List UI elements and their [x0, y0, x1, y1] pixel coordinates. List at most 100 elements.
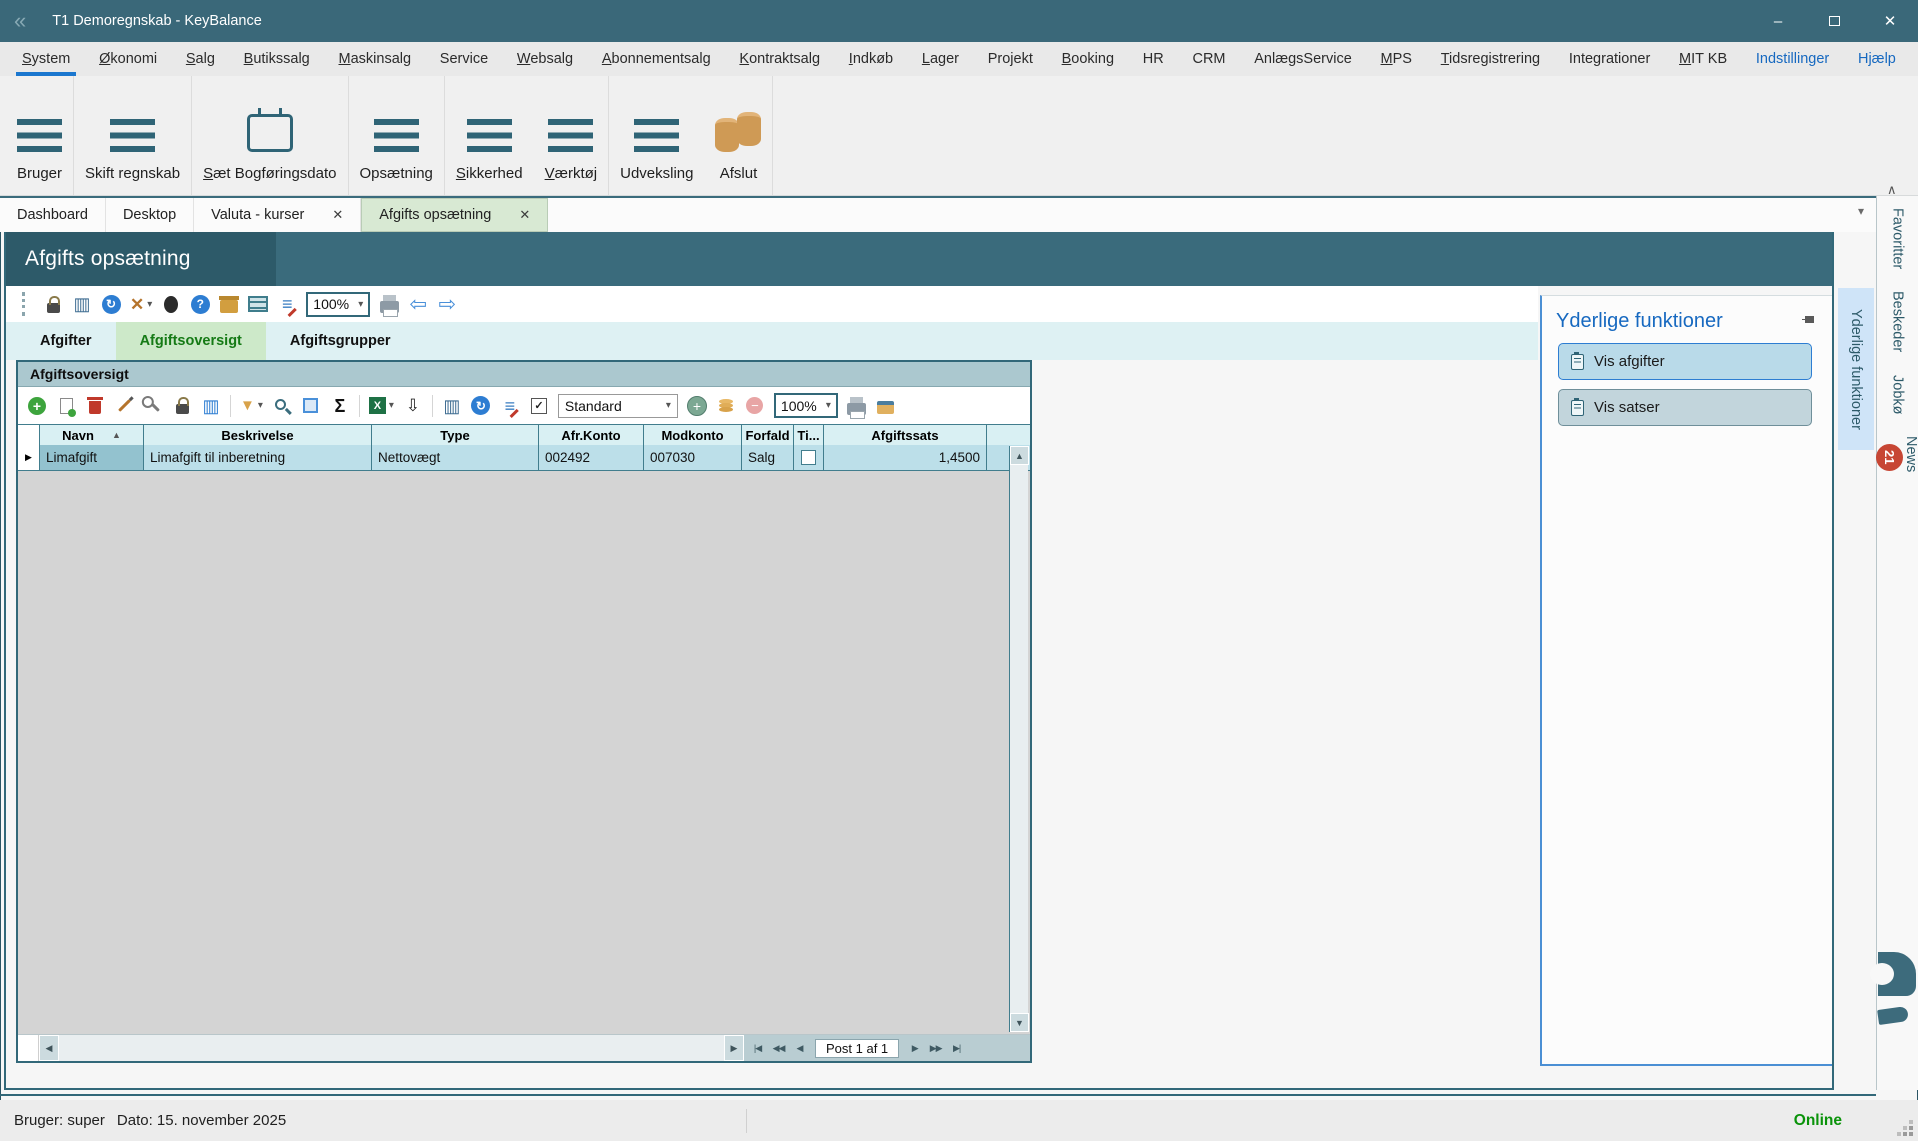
refresh-rates-button[interactable]: [716, 394, 736, 418]
grid-refresh-button[interactable]: ↻: [471, 394, 491, 418]
menu-item[interactable]: System: [20, 42, 72, 76]
cell-beskrivelse[interactable]: Limafgift til inberetning: [144, 445, 372, 470]
export-calendar-button[interactable]: [876, 394, 896, 418]
edit-notes-button[interactable]: ≡: [277, 292, 297, 316]
column-header[interactable]: Modkonto ▲: [644, 425, 742, 445]
ribbon-button[interactable]: Værktøj: [534, 76, 610, 195]
pager-button[interactable]: |◀: [748, 1038, 767, 1059]
sum-button[interactable]: Σ: [330, 394, 350, 418]
toolbar-grip-icon[interactable]: [22, 292, 27, 316]
menu-item[interactable]: Abonnementsalg: [600, 42, 713, 76]
column-header[interactable]: Type ▲: [372, 425, 539, 445]
ribbon-button[interactable]: Skift regnskab: [74, 76, 192, 195]
minimize-button[interactable]: –: [1750, 0, 1806, 42]
menu-item[interactable]: Butikssalg: [242, 42, 312, 76]
ribbon-collapse-icon[interactable]: ∧: [1887, 182, 1897, 198]
ribbon-button[interactable]: Opsætning: [349, 76, 445, 195]
grid-lock-button[interactable]: [172, 394, 192, 418]
scroll-left-button[interactable]: ◀: [39, 1035, 59, 1061]
side-panel-button[interactable]: Vis afgifter: [1558, 343, 1812, 380]
menu-item[interactable]: Hjælp: [1856, 42, 1898, 76]
filter-dropdown-button[interactable]: ▼▾: [240, 394, 263, 418]
column-header[interactable]: Navn ▲: [40, 425, 144, 445]
column-header[interactable]: Afr.Konto ▲: [539, 425, 644, 445]
add-view-button[interactable]: +: [687, 394, 707, 418]
navigate-back-button[interactable]: ⇦: [408, 292, 428, 316]
document-tab[interactable]: Valuta - kurser ✕: [194, 198, 361, 232]
grid-print-button[interactable]: [847, 394, 867, 418]
vertical-tab-yderlige-funktioner[interactable]: Yderlige funktioner: [1838, 288, 1874, 450]
navigate-forward-button[interactable]: ⇨: [437, 292, 457, 316]
sub-tab[interactable]: Afgiftsoversigt: [116, 322, 266, 360]
horizontal-scrollbar-track[interactable]: [59, 1035, 724, 1061]
machine-button[interactable]: [248, 292, 268, 316]
menu-item[interactable]: Salg: [184, 42, 217, 76]
refresh-button[interactable]: ↻: [101, 292, 121, 316]
view-select[interactable]: Standard ▾: [558, 394, 678, 418]
ribbon-button[interactable]: Sæt Bogføringsdato: [192, 76, 348, 195]
pager-button[interactable]: ▶|: [947, 1038, 966, 1059]
side-panel-button[interactable]: Vis satser: [1558, 389, 1812, 426]
duplicate-row-button[interactable]: [56, 394, 76, 418]
ribbon-button[interactable]: Bruger: [6, 76, 74, 195]
vertical-scrollbar[interactable]: ▲ ▼: [1009, 446, 1028, 1032]
grid-zoom-select[interactable]: 100% ▾: [774, 393, 838, 418]
scroll-down-button[interactable]: ▼: [1010, 1013, 1029, 1032]
columns-button[interactable]: ▥: [72, 292, 92, 316]
import-button[interactable]: ⇩: [403, 394, 423, 418]
grid-columns-button[interactable]: ▥: [201, 394, 221, 418]
ribbon-button[interactable]: Sikkerhed: [445, 76, 534, 195]
scroll-right-button[interactable]: ▶: [724, 1035, 744, 1061]
cell-type[interactable]: Nettovægt: [372, 445, 539, 470]
right-strip-tab[interactable]: Beskeder: [1890, 291, 1906, 352]
menu-item[interactable]: MPS: [1379, 42, 1414, 76]
grid-edit-notes-button[interactable]: ≡: [500, 394, 520, 418]
sub-tab[interactable]: Afgifter: [16, 322, 116, 360]
cell-ti-checkbox[interactable]: [794, 445, 824, 470]
cell-afrkonto[interactable]: 002492: [539, 445, 644, 470]
cell-forfald[interactable]: Salg: [742, 445, 794, 470]
document-tab[interactable]: Dashboard ✕: [0, 198, 106, 232]
document-tab[interactable]: Afgifts opsætning ✕: [361, 198, 548, 232]
edit-row-button[interactable]: [114, 394, 134, 418]
sub-tab[interactable]: Afgiftsgrupper: [266, 322, 415, 360]
checkbox-unchecked[interactable]: [801, 450, 816, 465]
menu-item[interactable]: Økonomi: [97, 42, 159, 76]
menu-item[interactable]: Kontraktsalg: [737, 42, 822, 76]
menu-item[interactable]: AnlægsService: [1252, 42, 1354, 76]
lock-button[interactable]: [43, 292, 63, 316]
excel-export-button[interactable]: X▾: [369, 394, 394, 418]
tab-overflow-menu-icon[interactable]: ▾: [1858, 204, 1870, 218]
pager-button[interactable]: ▶: [905, 1038, 924, 1059]
menu-item[interactable]: Lager: [920, 42, 961, 76]
remove-view-button[interactable]: −: [745, 394, 765, 418]
grid-tools-button[interactable]: [143, 394, 163, 418]
help-button[interactable]: ?: [190, 292, 210, 316]
print-button[interactable]: [379, 292, 399, 316]
right-strip-tab[interactable]: Jobkø: [1890, 375, 1906, 415]
right-strip-tab[interactable]: Favoritter: [1890, 208, 1906, 269]
select-button[interactable]: [301, 394, 321, 418]
delete-row-button[interactable]: [85, 394, 105, 418]
pin-icon[interactable]: [1802, 315, 1816, 329]
column-header[interactable]: Afgiftssats ▲: [824, 425, 987, 445]
menu-item[interactable]: HR: [1141, 42, 1166, 76]
debug-button[interactable]: [161, 292, 181, 316]
menu-item[interactable]: Indstillinger: [1754, 42, 1831, 76]
tab-close-icon[interactable]: ✕: [519, 207, 530, 223]
cell-afgiftssats[interactable]: 1,4500: [824, 445, 987, 470]
menu-item[interactable]: Projekt: [986, 42, 1035, 76]
cell-modkonto[interactable]: 007030: [644, 445, 742, 470]
tab-close-icon[interactable]: ✕: [332, 207, 343, 223]
ribbon-button[interactable]: Afslut: [704, 76, 773, 195]
add-row-button[interactable]: +: [27, 394, 47, 418]
column-header[interactable]: Ti... ▲: [794, 425, 824, 445]
menu-item[interactable]: Indkøb: [847, 42, 895, 76]
close-button[interactable]: ✕: [1862, 0, 1918, 42]
table-row[interactable]: ▶ Limafgift Limafgift til inberetning Ne…: [18, 445, 1030, 471]
pager-button[interactable]: ▶▶: [926, 1038, 945, 1059]
pager-button[interactable]: ◀◀: [769, 1038, 788, 1059]
column-header[interactable]: Beskrivelse ▲: [144, 425, 372, 445]
menu-item[interactable]: Websalg: [515, 42, 575, 76]
menu-item[interactable]: MIT KB: [1677, 42, 1729, 76]
